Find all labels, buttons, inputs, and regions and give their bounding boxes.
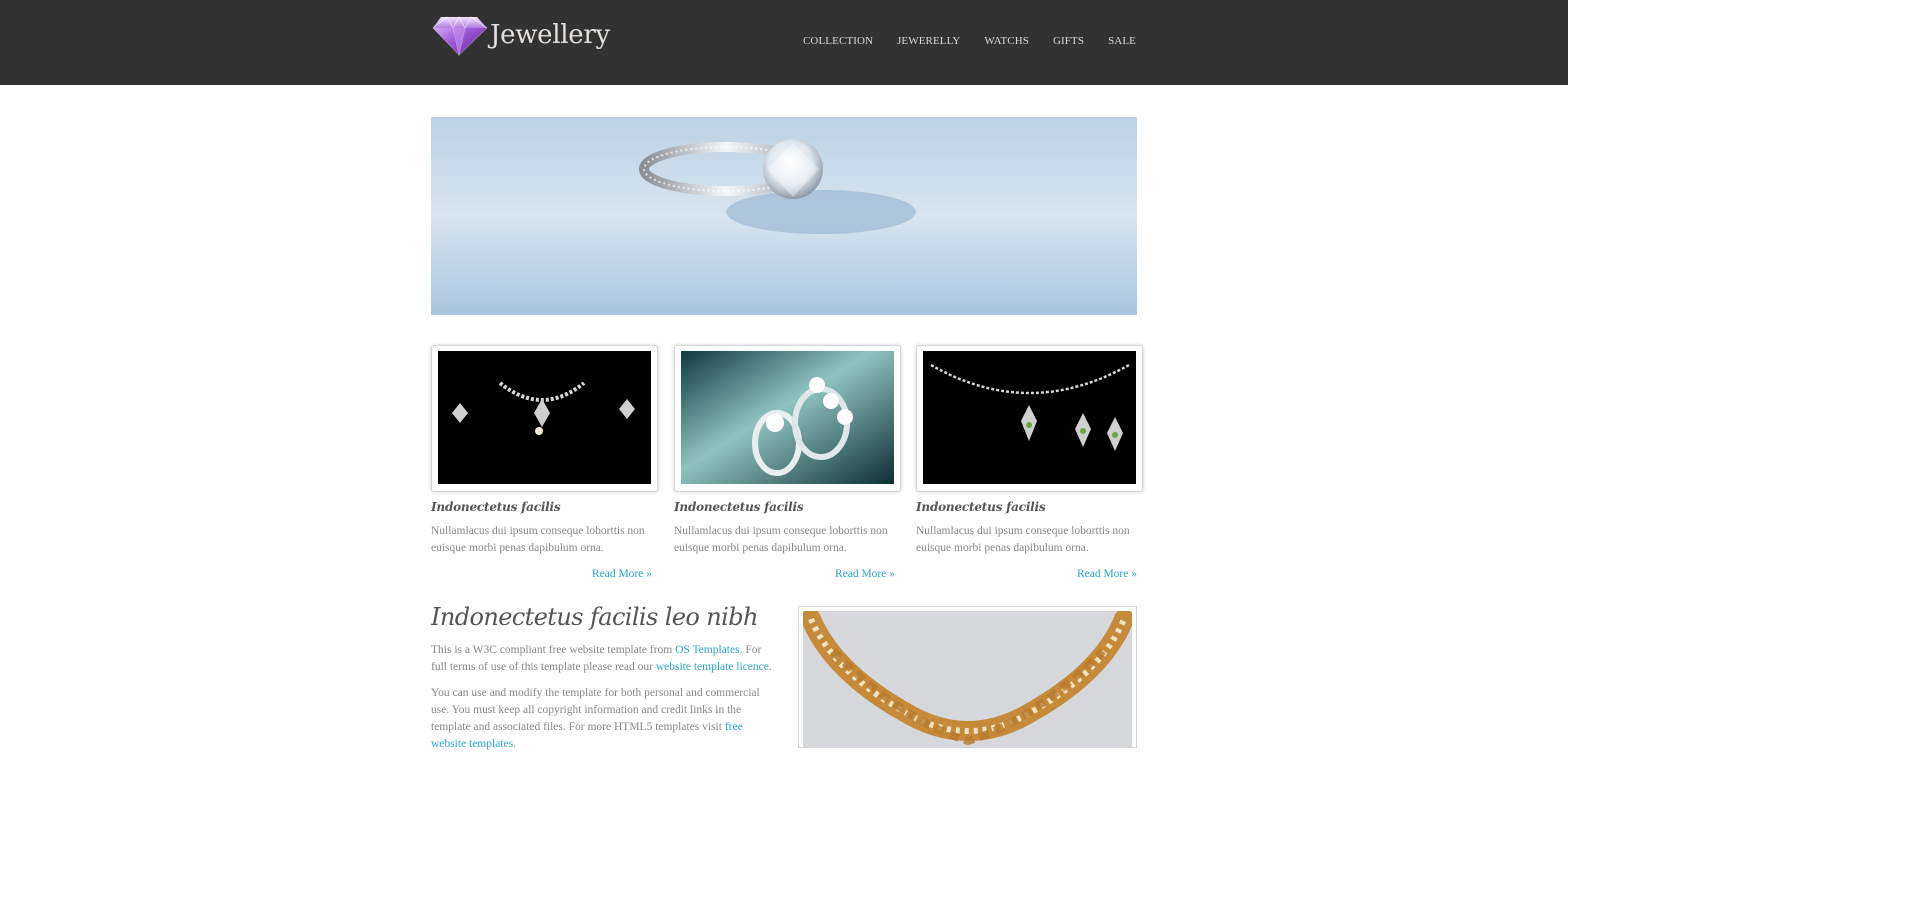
intro-paragraph-2: You can use and modify the template for … xyxy=(431,685,776,753)
read-more-link[interactable]: Read More » xyxy=(592,568,652,580)
card-title: Indonectetus facilis xyxy=(431,500,561,514)
site-logo[interactable]: Jewellery xyxy=(431,12,610,58)
product-card-2: Indonectetus facilis Nullamlacus dui ips… xyxy=(674,345,901,580)
card-text: Nullamlacus dui ipsum conseque loborttis… xyxy=(674,525,888,554)
site-header: Jewellery COLLECTION JEWERELLY WATCHS GI… xyxy=(0,0,1568,85)
pendant-set-image xyxy=(923,351,1136,484)
os-templates-link[interactable]: OS Templates xyxy=(675,644,739,656)
rings-image xyxy=(681,351,894,484)
card-text: Nullamlacus dui ipsum conseque loborttis… xyxy=(431,525,645,554)
text: . xyxy=(768,661,772,673)
card-image-frame[interactable] xyxy=(431,345,658,492)
nav-sale[interactable]: SALE xyxy=(1108,35,1136,47)
hero-ring-image xyxy=(431,117,1137,315)
card-title: Indonectetus facilis xyxy=(674,500,804,514)
nav-watchs[interactable]: WATCHS xyxy=(984,35,1029,47)
diamond-icon xyxy=(431,13,489,57)
intro-section: Indonectetus facilis leo nibh This is a … xyxy=(431,603,776,753)
card-image-frame[interactable] xyxy=(674,345,901,492)
main-nav: COLLECTION JEWERELLY WATCHS GIFTS SALE xyxy=(803,35,1160,47)
nav-jewerelly[interactable]: JEWERELLY xyxy=(897,35,960,47)
text: You can use and modify the template for … xyxy=(431,687,760,733)
text: This is a W3C compliant free website tem… xyxy=(431,644,676,656)
text: . xyxy=(513,738,516,750)
read-more-link[interactable]: Read More » xyxy=(1077,568,1137,580)
product-card-1: Indonectetus facilis Nullamlacus dui ips… xyxy=(431,345,658,580)
nav-gifts[interactable]: GIFTS xyxy=(1053,35,1084,47)
card-title: Indonectetus facilis xyxy=(916,500,1046,514)
intro-paragraph-1: This is a W3C compliant free website tem… xyxy=(431,642,776,676)
product-card-3: Indonectetus facilis Nullamlacus dui ips… xyxy=(916,345,1143,580)
nav-collection[interactable]: COLLECTION xyxy=(803,35,873,47)
featured-necklace-image xyxy=(798,606,1137,748)
card-text: Nullamlacus dui ipsum conseque loborttis… xyxy=(916,525,1130,554)
logo-text: Jewellery xyxy=(490,20,610,50)
card-image-frame[interactable] xyxy=(916,345,1143,492)
licence-link[interactable]: website template licence xyxy=(656,661,769,673)
necklace-set-image xyxy=(438,351,651,484)
read-more-link[interactable]: Read More » xyxy=(835,568,895,580)
intro-heading: Indonectetus facilis leo nibh xyxy=(431,603,758,631)
